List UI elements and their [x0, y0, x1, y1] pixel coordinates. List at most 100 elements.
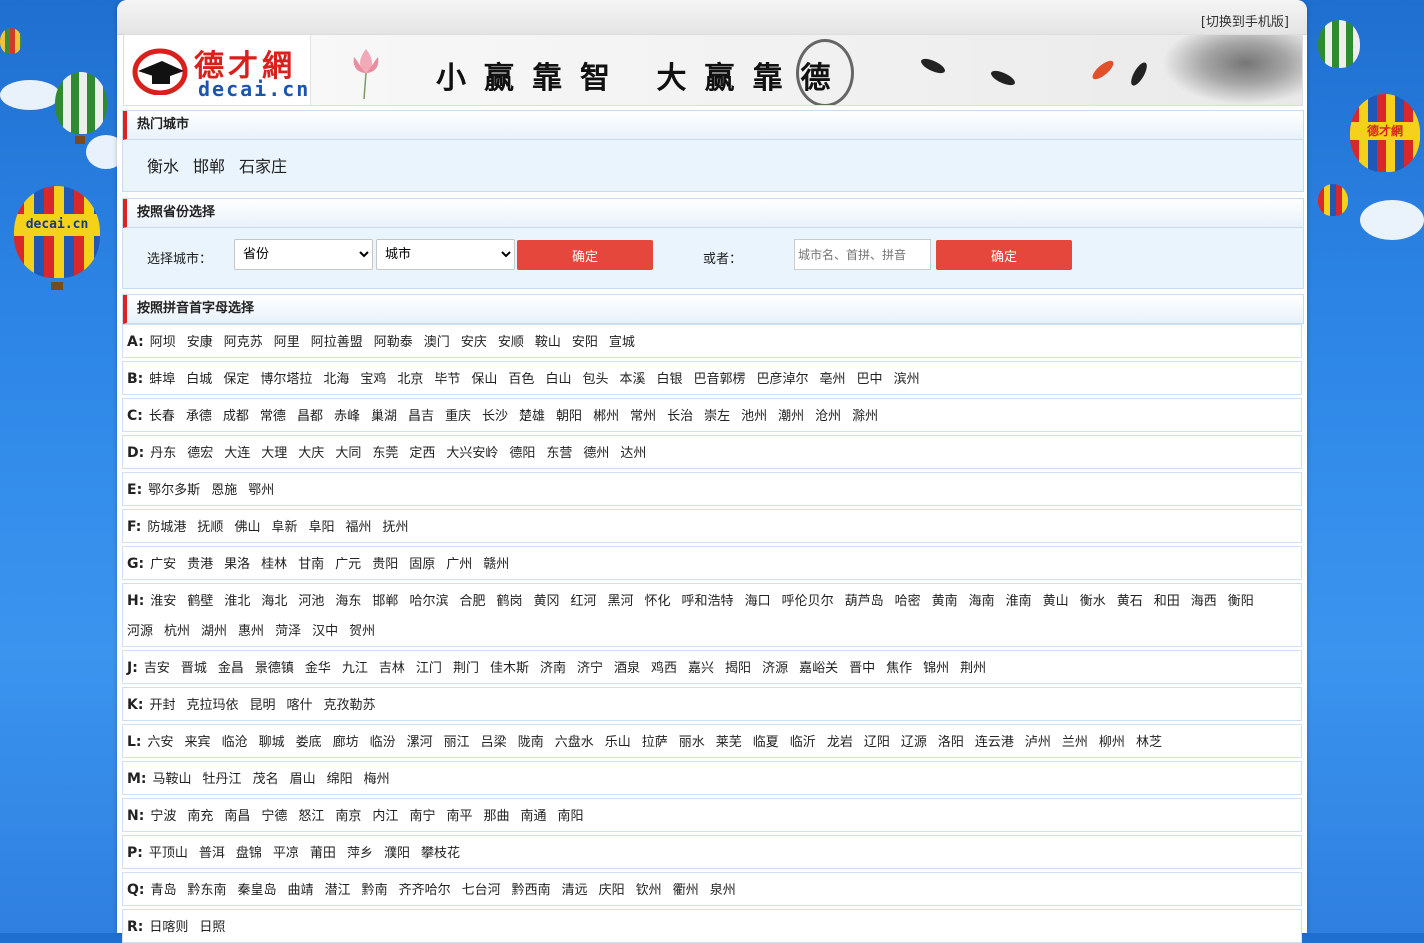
city-link[interactable]: 萍乡: [347, 846, 373, 861]
city-link[interactable]: 临夏: [753, 735, 779, 750]
city-link[interactable]: 巴彦淖尔: [757, 372, 809, 387]
city-link[interactable]: 大理: [261, 446, 287, 461]
city-link[interactable]: 防城港: [147, 520, 186, 535]
city-link[interactable]: 呼伦贝尔: [782, 594, 834, 609]
city-link[interactable]: 七台河: [462, 883, 501, 898]
city-link[interactable]: 潮州: [778, 409, 804, 424]
city-link[interactable]: 德州: [583, 446, 609, 461]
city-link[interactable]: 阜新: [271, 520, 297, 535]
city-link[interactable]: 大同: [335, 446, 361, 461]
city-link[interactable]: 阿里: [274, 335, 300, 350]
city-link[interactable]: 鹤岗: [496, 594, 522, 609]
city-link[interactable]: 马鞍山: [153, 772, 192, 787]
city-link[interactable]: 滁州: [852, 409, 878, 424]
city-link[interactable]: 淮北: [224, 594, 250, 609]
city-link[interactable]: 海东: [335, 594, 361, 609]
city-link[interactable]: 大兴安岭: [446, 446, 498, 461]
city-link[interactable]: 杭州: [164, 624, 190, 639]
hot-city-link[interactable]: 石家庄: [239, 157, 287, 176]
city-link[interactable]: 金华: [305, 661, 331, 676]
city-link[interactable]: 桂林: [261, 557, 287, 572]
city-link[interactable]: 南阳: [558, 809, 584, 824]
city-link[interactable]: 衡水: [1080, 594, 1106, 609]
city-link[interactable]: 内江: [372, 809, 398, 824]
city-link[interactable]: 白城: [186, 372, 212, 387]
city-link[interactable]: 白山: [545, 372, 571, 387]
city-link[interactable]: 吉安: [144, 661, 170, 676]
city-link[interactable]: 鄂尔多斯: [148, 483, 200, 498]
city-link[interactable]: 昌都: [297, 409, 323, 424]
city-link[interactable]: 黄山: [1043, 594, 1069, 609]
city-link[interactable]: 南宁: [409, 809, 435, 824]
city-link[interactable]: 贵阳: [372, 557, 398, 572]
city-link[interactable]: 澳门: [424, 335, 450, 350]
city-link[interactable]: 安阳: [572, 335, 598, 350]
city-link[interactable]: 荆州: [960, 661, 986, 676]
city-link[interactable]: 南昌: [224, 809, 250, 824]
city-link[interactable]: 海口: [745, 594, 771, 609]
city-link[interactable]: 长春: [149, 409, 175, 424]
city-link[interactable]: 固原: [409, 557, 435, 572]
city-link[interactable]: 安顺: [498, 335, 524, 350]
switch-mobile-link[interactable]: [切换到手机版]: [1201, 11, 1289, 30]
city-link[interactable]: 大庆: [298, 446, 324, 461]
city-link[interactable]: 南平: [446, 809, 472, 824]
city-link[interactable]: 巴中: [857, 372, 883, 387]
city-link[interactable]: 锦州: [923, 661, 949, 676]
city-link[interactable]: 鞍山: [535, 335, 561, 350]
city-link[interactable]: 普洱: [199, 846, 225, 861]
hot-city-link[interactable]: 邯郸: [193, 157, 225, 176]
city-link[interactable]: 青岛: [151, 883, 177, 898]
city-link[interactable]: 丹东: [150, 446, 176, 461]
city-link[interactable]: 鹤壁: [187, 594, 213, 609]
city-link[interactable]: 梅州: [364, 772, 390, 787]
city-link[interactable]: 海西: [1191, 594, 1217, 609]
city-link[interactable]: 贺州: [349, 624, 375, 639]
city-link[interactable]: 汉中: [312, 624, 338, 639]
city-link[interactable]: 清远: [562, 883, 588, 898]
city-link[interactable]: 大连: [224, 446, 250, 461]
city-link[interactable]: 沧州: [815, 409, 841, 424]
city-link[interactable]: 长沙: [482, 409, 508, 424]
city-link[interactable]: 淮安: [150, 594, 176, 609]
city-link[interactable]: 葫芦岛: [845, 594, 884, 609]
city-link[interactable]: 惠州: [238, 624, 264, 639]
city-link[interactable]: 博尔塔拉: [260, 372, 312, 387]
city-link[interactable]: 齐齐哈尔: [399, 883, 451, 898]
city-link[interactable]: 南京: [335, 809, 361, 824]
city-link[interactable]: 抚州: [383, 520, 409, 535]
city-link[interactable]: 赣州: [483, 557, 509, 572]
city-link[interactable]: 池州: [741, 409, 767, 424]
city-link[interactable]: 亳州: [820, 372, 846, 387]
city-link[interactable]: 曲靖: [288, 883, 314, 898]
city-link[interactable]: 临沂: [790, 735, 816, 750]
city-select[interactable]: 城市: [376, 239, 515, 270]
city-link[interactable]: 巴音郭楞: [694, 372, 746, 387]
city-link[interactable]: 平顶山: [149, 846, 188, 861]
city-link[interactable]: 哈密: [895, 594, 921, 609]
city-link[interactable]: 昆明: [249, 698, 275, 713]
city-link[interactable]: 安庆: [461, 335, 487, 350]
city-link[interactable]: 海南: [969, 594, 995, 609]
city-link[interactable]: 乐山: [605, 735, 631, 750]
city-link[interactable]: 重庆: [445, 409, 471, 424]
city-link[interactable]: 保定: [223, 372, 249, 387]
city-link[interactable]: 定西: [409, 446, 435, 461]
city-link[interactable]: 莆田: [310, 846, 336, 861]
city-link[interactable]: 平凉: [273, 846, 299, 861]
city-link[interactable]: 钦州: [636, 883, 662, 898]
city-link[interactable]: 濮阳: [384, 846, 410, 861]
city-link[interactable]: 东莞: [372, 446, 398, 461]
city-link[interactable]: 宁德: [261, 809, 287, 824]
city-link[interactable]: 河池: [298, 594, 324, 609]
city-link[interactable]: 黔南: [362, 883, 388, 898]
city-link[interactable]: 百色: [508, 372, 534, 387]
city-link[interactable]: 蚌埠: [149, 372, 175, 387]
city-link[interactable]: 河源: [127, 624, 153, 639]
city-link[interactable]: 开封: [149, 698, 175, 713]
city-link[interactable]: 荆门: [453, 661, 479, 676]
city-link[interactable]: 北京: [397, 372, 423, 387]
city-link[interactable]: 陇南: [518, 735, 544, 750]
city-link[interactable]: 吉林: [379, 661, 405, 676]
city-link[interactable]: 昌吉: [408, 409, 434, 424]
